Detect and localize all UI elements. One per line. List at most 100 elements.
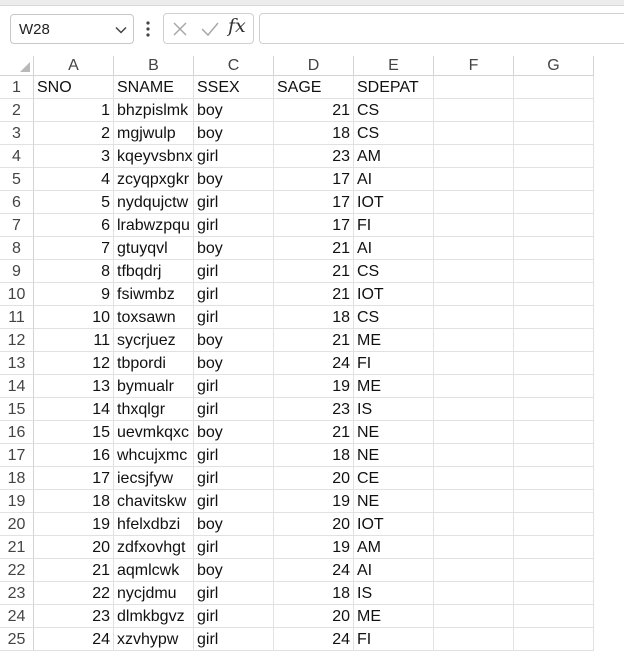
cell-d5[interactable]: 17 <box>274 168 354 191</box>
row-header[interactable]: 15 <box>0 398 34 421</box>
cell-b20[interactable]: hfelxdbzi <box>114 513 194 536</box>
cell-c4[interactable]: girl <box>194 145 274 168</box>
row-header[interactable]: 4 <box>0 145 34 168</box>
cell-f15[interactable] <box>434 398 514 421</box>
cell-b21[interactable]: zdfxovhgt <box>114 536 194 559</box>
cell-g1[interactable] <box>514 76 594 99</box>
cell-e9[interactable]: CS <box>354 260 434 283</box>
column-header-d[interactable]: D <box>274 56 354 76</box>
cell-f5[interactable] <box>434 168 514 191</box>
row-header[interactable]: 12 <box>0 329 34 352</box>
cell-e20[interactable]: IOT <box>354 513 434 536</box>
cell-b24[interactable]: dlmkbgvz <box>114 605 194 628</box>
cell-g24[interactable] <box>514 605 594 628</box>
cell-a12[interactable]: 11 <box>34 329 114 352</box>
cell-e16[interactable]: NE <box>354 421 434 444</box>
cell-a20[interactable]: 19 <box>34 513 114 536</box>
row-header[interactable]: 17 <box>0 444 34 467</box>
cell-d17[interactable]: 18 <box>274 444 354 467</box>
cell-c24[interactable]: girl <box>194 605 274 628</box>
column-header-e[interactable]: E <box>354 56 434 76</box>
row-header[interactable]: 21 <box>0 536 34 559</box>
row-header[interactable]: 5 <box>0 168 34 191</box>
cell-g14[interactable] <box>514 375 594 398</box>
cell-b22[interactable]: aqmlcwk <box>114 559 194 582</box>
cell-a3[interactable]: 2 <box>34 122 114 145</box>
cell-a14[interactable]: 13 <box>34 375 114 398</box>
row-header[interactable]: 23 <box>0 582 34 605</box>
cell-b14[interactable]: bymualr <box>114 375 194 398</box>
row-header[interactable]: 14 <box>0 375 34 398</box>
cell-a19[interactable]: 18 <box>34 490 114 513</box>
cell-g15[interactable] <box>514 398 594 421</box>
cell-g6[interactable] <box>514 191 594 214</box>
cell-a1[interactable]: SNO <box>34 76 114 99</box>
cell-f19[interactable] <box>434 490 514 513</box>
cell-a24[interactable]: 23 <box>34 605 114 628</box>
cell-f11[interactable] <box>434 306 514 329</box>
checkmark-icon[interactable] <box>200 20 220 38</box>
cell-d2[interactable]: 21 <box>274 99 354 122</box>
cell-d7[interactable]: 17 <box>274 214 354 237</box>
cell-f18[interactable] <box>434 467 514 490</box>
cell-e24[interactable]: ME <box>354 605 434 628</box>
name-box[interactable]: W28 <box>10 14 134 44</box>
row-header[interactable]: 8 <box>0 237 34 260</box>
cell-c16[interactable]: boy <box>194 421 274 444</box>
cell-e19[interactable]: NE <box>354 490 434 513</box>
cell-d11[interactable]: 18 <box>274 306 354 329</box>
cell-c14[interactable]: girl <box>194 375 274 398</box>
cell-e6[interactable]: IOT <box>354 191 434 214</box>
cell-f1[interactable] <box>434 76 514 99</box>
cell-c17[interactable]: girl <box>194 444 274 467</box>
row-header[interactable]: 3 <box>0 122 34 145</box>
vertical-ellipsis-icon[interactable] <box>146 20 150 38</box>
cell-g10[interactable] <box>514 283 594 306</box>
chevron-down-icon[interactable] <box>115 24 127 36</box>
cell-d14[interactable]: 19 <box>274 375 354 398</box>
cell-c10[interactable]: girl <box>194 283 274 306</box>
cell-f21[interactable] <box>434 536 514 559</box>
cell-a4[interactable]: 3 <box>34 145 114 168</box>
cell-c25[interactable]: girl <box>194 628 274 651</box>
cell-a18[interactable]: 17 <box>34 467 114 490</box>
cell-e14[interactable]: ME <box>354 375 434 398</box>
row-header[interactable]: 7 <box>0 214 34 237</box>
row-header[interactable]: 16 <box>0 421 34 444</box>
name-box-value[interactable]: W28 <box>19 21 50 38</box>
cell-e5[interactable]: AI <box>354 168 434 191</box>
cell-g2[interactable] <box>514 99 594 122</box>
cell-g7[interactable] <box>514 214 594 237</box>
row-header[interactable]: 13 <box>0 352 34 375</box>
cell-g21[interactable] <box>514 536 594 559</box>
cell-f22[interactable] <box>434 559 514 582</box>
cell-g16[interactable] <box>514 421 594 444</box>
cell-d6[interactable]: 17 <box>274 191 354 214</box>
cell-b23[interactable]: nycjdmu <box>114 582 194 605</box>
cell-e7[interactable]: FI <box>354 214 434 237</box>
cell-a10[interactable]: 9 <box>34 283 114 306</box>
column-header-b[interactable]: B <box>114 56 194 76</box>
cell-b5[interactable]: zcyqpxgkr <box>114 168 194 191</box>
cell-a16[interactable]: 15 <box>34 421 114 444</box>
row-header[interactable]: 20 <box>0 513 34 536</box>
row-header[interactable]: 22 <box>0 559 34 582</box>
cell-c5[interactable]: boy <box>194 168 274 191</box>
cell-g18[interactable] <box>514 467 594 490</box>
cell-d18[interactable]: 20 <box>274 467 354 490</box>
cell-d22[interactable]: 24 <box>274 559 354 582</box>
cell-a5[interactable]: 4 <box>34 168 114 191</box>
cell-f13[interactable] <box>434 352 514 375</box>
cell-f7[interactable] <box>434 214 514 237</box>
cell-c19[interactable]: girl <box>194 490 274 513</box>
row-header[interactable]: 18 <box>0 467 34 490</box>
cell-f25[interactable] <box>434 628 514 651</box>
cell-e23[interactable]: IS <box>354 582 434 605</box>
cell-g11[interactable] <box>514 306 594 329</box>
cell-d13[interactable]: 24 <box>274 352 354 375</box>
cell-d19[interactable]: 19 <box>274 490 354 513</box>
row-header[interactable]: 25 <box>0 628 34 651</box>
cell-c23[interactable]: girl <box>194 582 274 605</box>
insert-function-button[interactable]: fx <box>228 15 246 37</box>
cell-f3[interactable] <box>434 122 514 145</box>
